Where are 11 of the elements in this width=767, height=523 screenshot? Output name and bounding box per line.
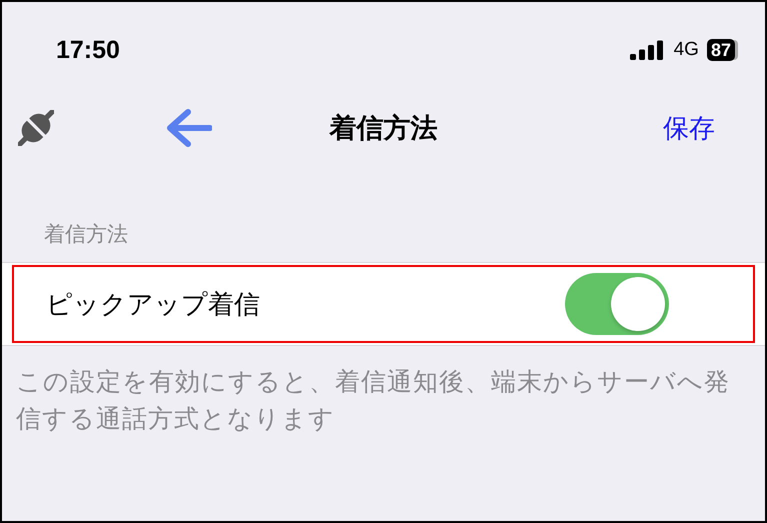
network-type: 4G [674,39,699,61]
back-arrow-icon [164,108,212,148]
setting-label: ピックアップ着信 [46,288,260,320]
save-button[interactable]: 保存 [663,110,715,146]
battery-level: 87 [706,39,735,61]
section-footer: この設定を有効にすると、着信通知後、端末からサーバへ発信する通話方式となります [16,364,744,438]
signal-icon [630,40,666,60]
section-header: 着信方法 [44,222,128,248]
status-time: 17:50 [56,36,120,64]
back-button[interactable] [164,108,212,148]
page-title: 着信方法 [330,112,438,145]
